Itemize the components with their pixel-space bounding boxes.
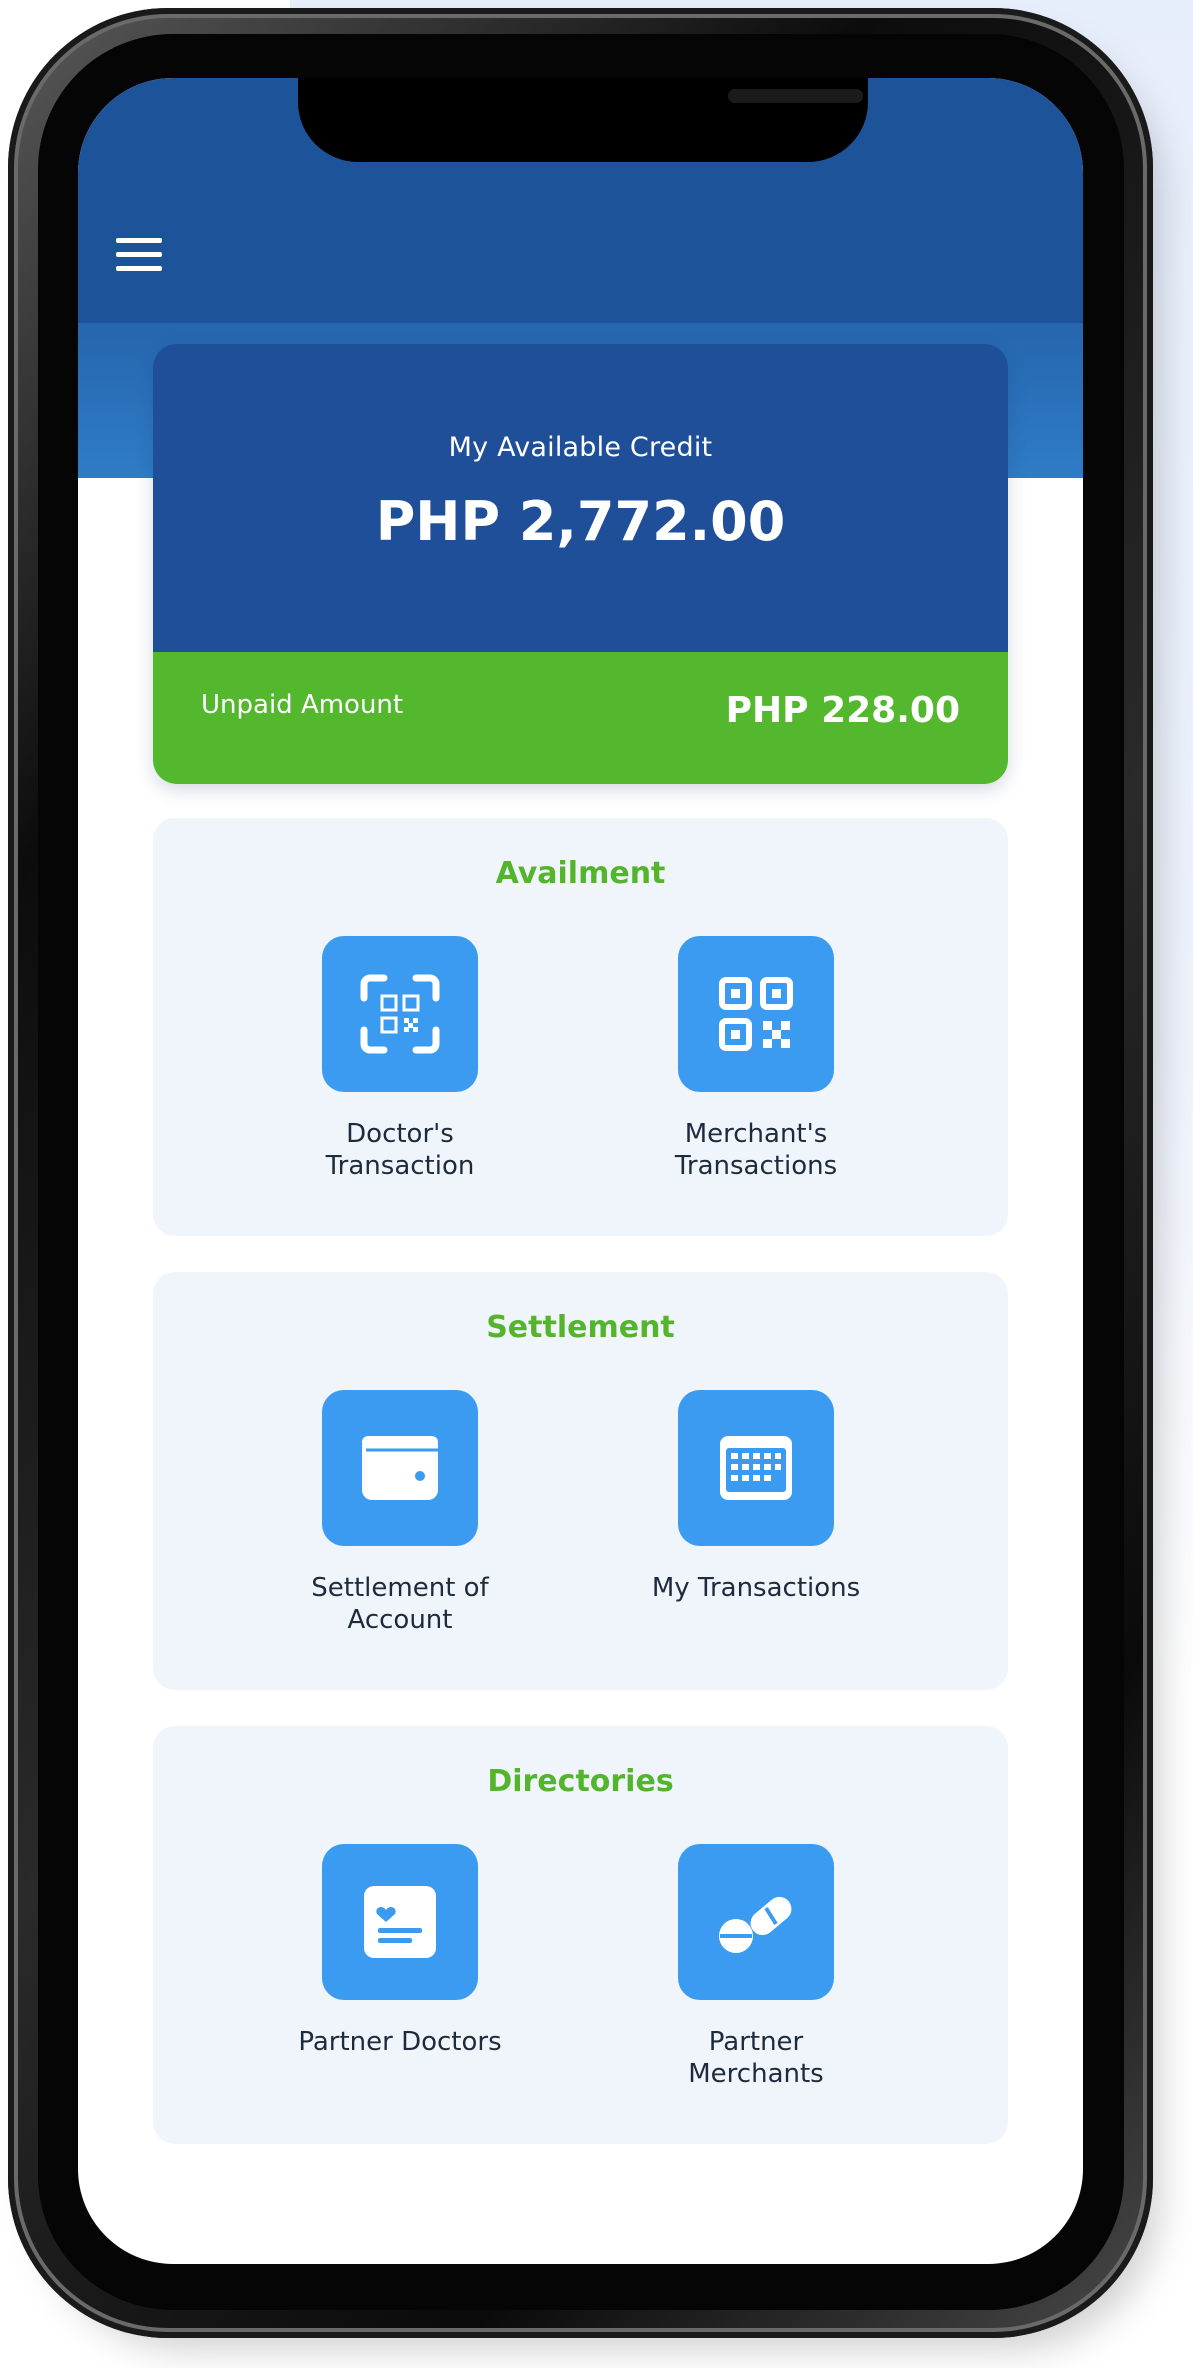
tile-label-line: Doctor's	[346, 1119, 454, 1149]
tile-label-line: My Transactions	[651, 1573, 861, 1603]
menu-icon[interactable]	[116, 238, 162, 272]
pills-icon	[678, 1844, 834, 2000]
settlement-section: Settlement Settlement of Account My Tran…	[153, 1272, 1008, 1690]
tile-label-line: Transaction	[325, 1151, 475, 1181]
unpaid-amount-label: Unpaid Amount	[201, 690, 404, 720]
my-transactions-button[interactable]: My Transactions	[631, 1390, 881, 1604]
tile-label-line: Merchant's	[684, 1119, 828, 1149]
tile-label-line: Account	[347, 1605, 453, 1635]
app-screen: My Available Credit PHP 2,772.00 Unpaid …	[78, 78, 1083, 2264]
directories-section: Directories Partner Doctors Partner Merc…	[153, 1726, 1008, 2144]
unpaid-amount-value: PHP 228.00	[725, 690, 960, 731]
section-title: Directories	[487, 1764, 674, 1799]
partner-doctors-button[interactable]: Partner Doctors	[275, 1844, 525, 2058]
tile-label-line: Transactions	[674, 1151, 838, 1181]
speaker-grille	[728, 89, 863, 103]
medical-id-icon	[322, 1844, 478, 2000]
section-title: Availment	[495, 856, 666, 891]
unpaid-amount-bar[interactable]: Unpaid Amount PHP 228.00	[153, 652, 1008, 784]
partner-merchants-button[interactable]: Partner Merchants	[631, 1844, 881, 2090]
tile-label-line: Merchants	[688, 2059, 824, 2089]
available-credit-label: My Available Credit	[448, 432, 713, 463]
available-credit-amount: PHP 2,772.00	[375, 490, 786, 553]
tile-label-line: Partner Doctors	[298, 2027, 502, 2057]
qr-scan-icon	[322, 936, 478, 1092]
qr-code-icon	[678, 936, 834, 1092]
tile-label-line: Partner	[708, 2027, 804, 2057]
available-credit-panel: My Available Credit PHP 2,772.00	[153, 344, 1008, 652]
phone-notch	[298, 78, 868, 162]
availment-section: Availment Doctor's Transaction Merchant'…	[153, 818, 1008, 1236]
section-title: Settlement	[486, 1310, 675, 1345]
merchants-transactions-button[interactable]: Merchant's Transactions	[631, 936, 881, 1182]
wallet-icon	[322, 1390, 478, 1546]
credit-card: My Available Credit PHP 2,772.00 Unpaid …	[153, 344, 1008, 784]
settlement-of-account-button[interactable]: Settlement of Account	[275, 1390, 525, 1636]
tile-label-line: Settlement of	[311, 1573, 489, 1603]
doctors-transaction-button[interactable]: Doctor's Transaction	[275, 936, 525, 1182]
calendar-icon	[678, 1390, 834, 1546]
